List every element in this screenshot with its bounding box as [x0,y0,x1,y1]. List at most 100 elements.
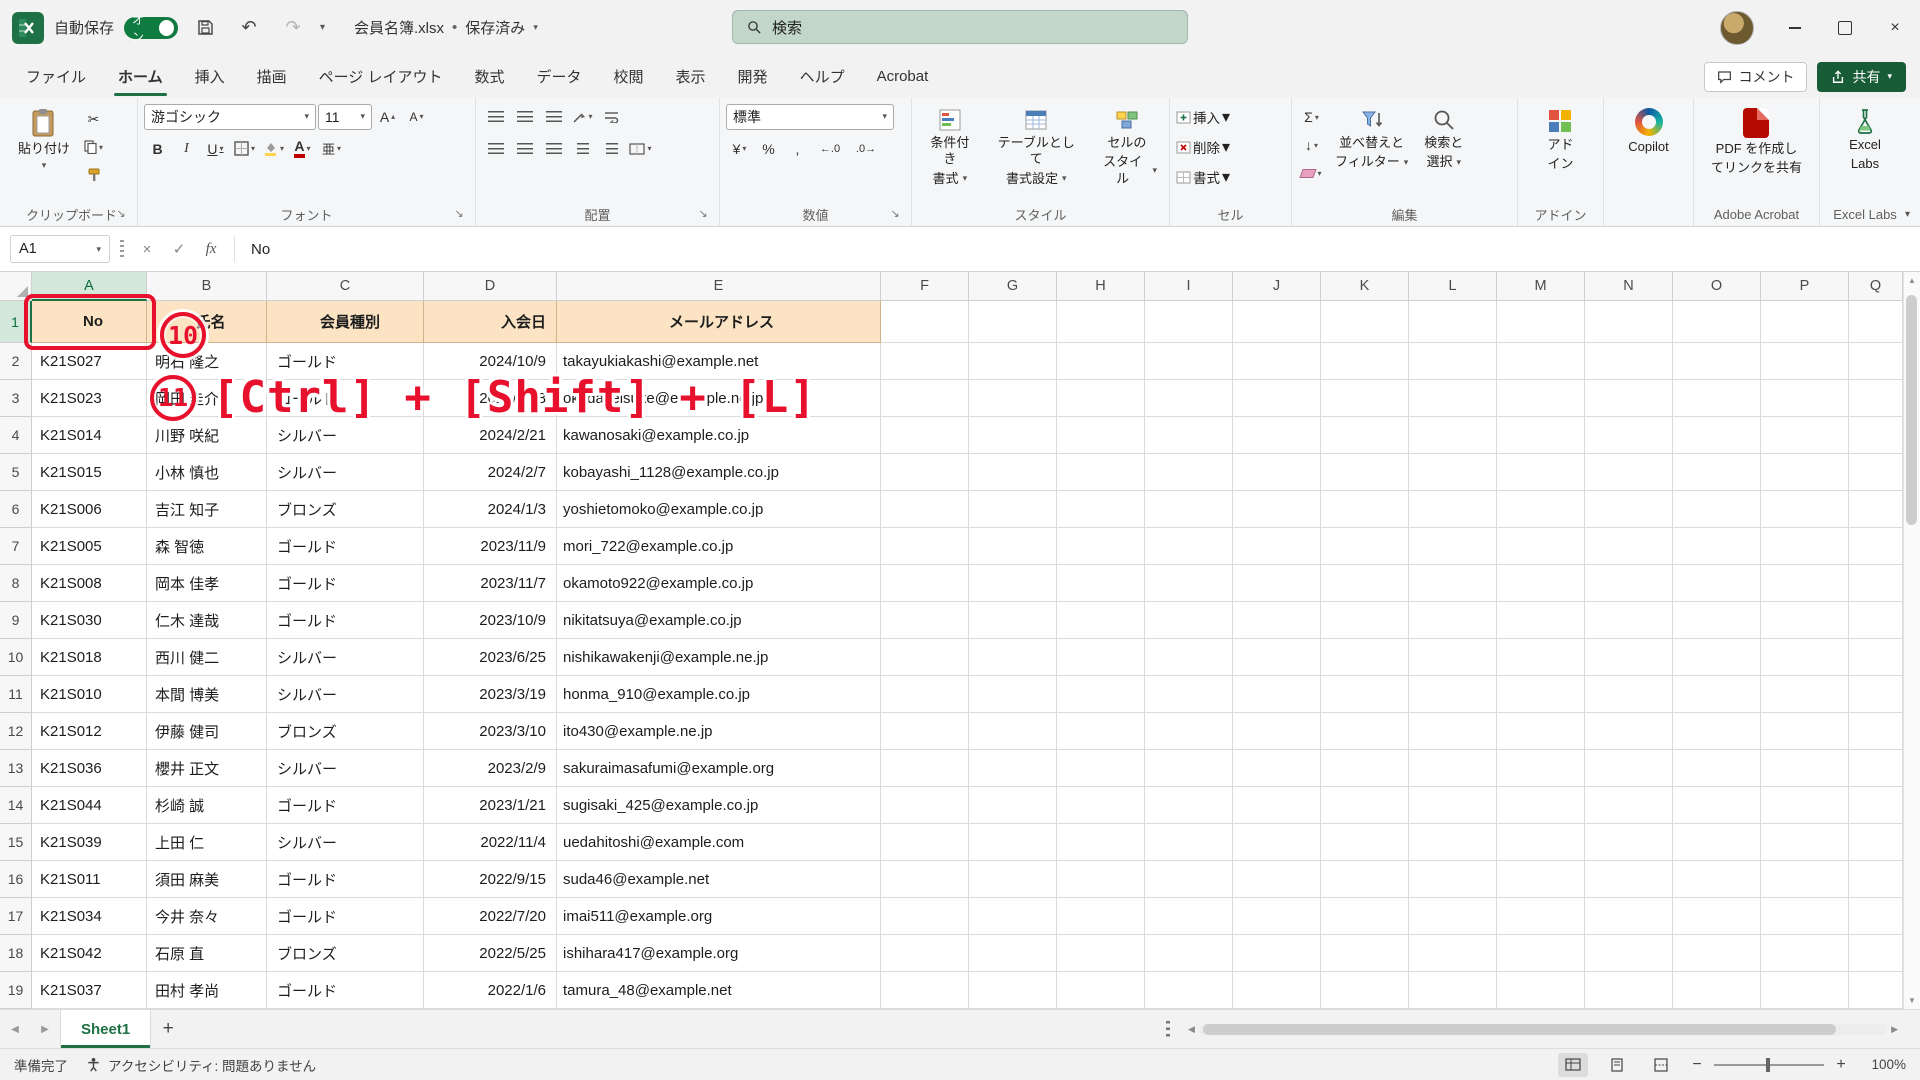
row-header-17[interactable]: 17 [0,898,32,935]
cell-M3[interactable] [1497,380,1585,417]
cell-B15[interactable]: 上田 仁 [147,824,267,861]
cell-M17[interactable] [1497,898,1585,935]
cell-C4[interactable]: シルバー [267,417,424,454]
formula-content[interactable]: No [245,241,270,258]
cell-A7[interactable]: K21S005 [32,528,147,565]
zoom-level[interactable]: 100% [1862,1057,1906,1072]
column-header-P[interactable]: P [1761,272,1849,301]
cell-B10[interactable]: 西川 健二 [147,639,267,676]
row-header-12[interactable]: 12 [0,713,32,750]
column-header-O[interactable]: O [1673,272,1761,301]
cell-L11[interactable] [1409,676,1497,713]
cell-B2[interactable]: 明石 隆之 [147,343,267,380]
cell-O13[interactable] [1673,750,1761,787]
underline-button[interactable]: U▾ [202,136,229,162]
cell-D17[interactable]: 2022/7/20 [424,898,557,935]
ribbon-tab-9[interactable]: 表示 [660,55,722,98]
cell-J19[interactable] [1233,972,1321,1009]
cell-J8[interactable] [1233,565,1321,602]
ribbon-tab-6[interactable]: 数式 [458,55,520,98]
cell-O6[interactable] [1673,491,1761,528]
cell-K1[interactable] [1321,301,1409,343]
cell-K3[interactable] [1321,380,1409,417]
cell-Q13[interactable] [1849,750,1903,787]
cell-F6[interactable] [881,491,969,528]
paste-button[interactable]: 貼り付け ▾ [12,102,76,174]
scroll-up-arrow-icon[interactable]: ▲ [1904,272,1920,289]
cell-K2[interactable] [1321,343,1409,380]
cell-F19[interactable] [881,972,969,1009]
alignment-dialog-launcher[interactable]: ↘ [695,205,711,221]
zoom-in-button[interactable]: + [1834,1056,1848,1074]
cell-P6[interactable] [1761,491,1849,528]
column-header-K[interactable]: K [1321,272,1409,301]
cell-G10[interactable] [969,639,1057,676]
cell-E8[interactable]: okamoto922@example.co.jp [557,565,881,602]
cell-I5[interactable] [1145,454,1233,491]
cell-B17[interactable]: 今井 奈々 [147,898,267,935]
italic-button[interactable]: I [173,136,200,162]
cell-J3[interactable] [1233,380,1321,417]
cell-I1[interactable] [1145,301,1233,343]
cell-O10[interactable] [1673,639,1761,676]
next-sheet-button[interactable]: ▶ [30,1010,60,1048]
cell-D15[interactable]: 2022/11/4 [424,824,557,861]
ribbon-tab-3[interactable]: 挿入 [179,55,241,98]
cell-D13[interactable]: 2023/2/9 [424,750,557,787]
row-header-2[interactable]: 2 [0,343,32,380]
cell-N12[interactable] [1585,713,1673,750]
cell-E2[interactable]: takayukiakashi@example.net [557,343,881,380]
column-header-C[interactable]: C [267,272,424,301]
cell-D7[interactable]: 2023/11/9 [424,528,557,565]
cell-Q1[interactable] [1849,301,1903,343]
normal-view-button[interactable] [1558,1053,1588,1077]
comments-button[interactable]: コメント [1704,62,1807,92]
cell-styles-button[interactable]: セルの スタイル▾ [1091,102,1163,189]
cell-C6[interactable]: ブロンズ [267,491,424,528]
cell-E6[interactable]: yoshietomoko@example.co.jp [557,491,881,528]
ribbon-tab-11[interactable]: ヘルプ [784,55,861,98]
cell-F7[interactable] [881,528,969,565]
cell-B8[interactable]: 岡本 佳孝 [147,565,267,602]
cell-B19[interactable]: 田村 孝尚 [147,972,267,1009]
copy-button[interactable]: ▾ [80,134,107,160]
cell-K19[interactable] [1321,972,1409,1009]
cell-C11[interactable]: シルバー [267,676,424,713]
cell-H10[interactable] [1057,639,1145,676]
cell-J11[interactable] [1233,676,1321,713]
align-bottom-button[interactable] [540,104,567,130]
cell-A6[interactable]: K21S006 [32,491,147,528]
cell-J10[interactable] [1233,639,1321,676]
cell-I11[interactable] [1145,676,1233,713]
font-dialog-launcher[interactable]: ↘ [451,205,467,221]
increase-indent-button[interactable] [598,136,625,162]
column-header-B[interactable]: B [147,272,267,301]
cell-A5[interactable]: K21S015 [32,454,147,491]
page-break-view-button[interactable] [1646,1053,1676,1077]
cell-C14[interactable]: ゴールド [267,787,424,824]
row-header-11[interactable]: 11 [0,676,32,713]
shrink-font-button[interactable]: A▾ [403,104,430,130]
row-header-9[interactable]: 9 [0,602,32,639]
cell-G15[interactable] [969,824,1057,861]
cell-E3[interactable]: okadakeisuke@example.ne.jp [557,380,881,417]
delete-cells-button[interactable]: 削除▾ [1176,134,1230,160]
cell-P13[interactable] [1761,750,1849,787]
currency-format-button[interactable]: ¥▾ [726,136,753,162]
cell-E10[interactable]: nishikawakenji@example.ne.jp [557,639,881,676]
cell-O16[interactable] [1673,861,1761,898]
cell-I12[interactable] [1145,713,1233,750]
cell-F12[interactable] [881,713,969,750]
cell-N15[interactable] [1585,824,1673,861]
row-header-6[interactable]: 6 [0,491,32,528]
cell-L13[interactable] [1409,750,1497,787]
cell-P15[interactable] [1761,824,1849,861]
cell-F18[interactable] [881,935,969,972]
cell-D4[interactable]: 2024/2/21 [424,417,557,454]
cell-G4[interactable] [969,417,1057,454]
cell-I7[interactable] [1145,528,1233,565]
excel-labs-button[interactable]: Excel Labs [1843,102,1887,175]
grow-font-button[interactable]: A▴ [374,104,401,130]
cell-D11[interactable]: 2023/3/19 [424,676,557,713]
cell-J17[interactable] [1233,898,1321,935]
